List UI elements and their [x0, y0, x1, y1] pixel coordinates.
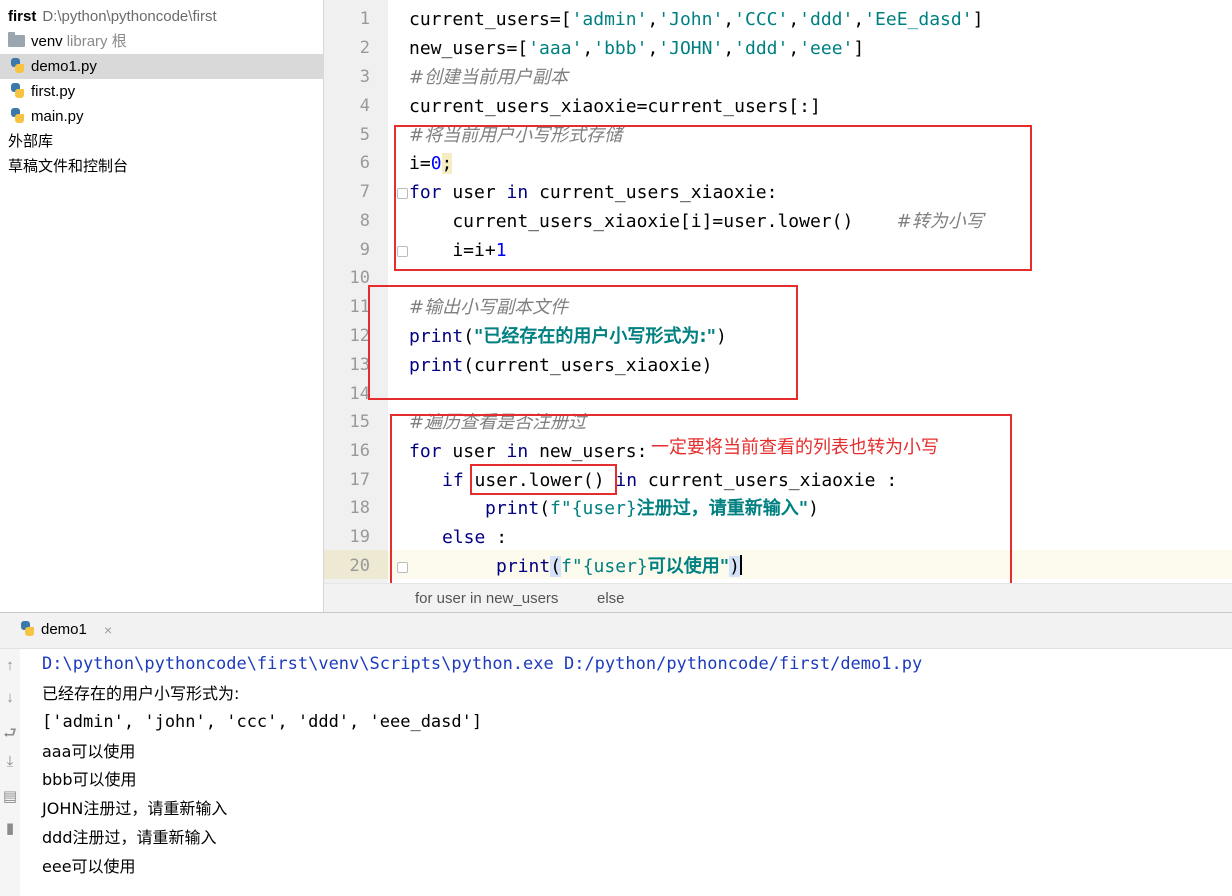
line-number: 20	[349, 556, 370, 576]
console-line: bbb可以使用	[42, 770, 137, 789]
breadcrumb-item-else[interactable]: else	[597, 590, 625, 607]
line-number: 1	[359, 9, 370, 29]
tree-item-label: first.py	[31, 83, 76, 100]
tree-item-label: 外部库	[8, 133, 54, 150]
line-number: 13	[349, 355, 370, 375]
annotation-box-print	[368, 285, 798, 400]
line-number: 4	[359, 96, 370, 116]
line-number: 12	[349, 326, 370, 346]
line-number: 5	[359, 125, 370, 145]
python-file-icon	[10, 58, 25, 74]
print-icon[interactable]: ▤	[0, 787, 20, 805]
annotation-note: 一定要将当前查看的列表也转为小写	[651, 437, 939, 458]
run-panel: demo1 × ↑ ↓ ⮐ ⤓ ▤ ▮ D:\python\pythoncode…	[0, 612, 1232, 896]
line-number: 9	[359, 240, 370, 260]
line-number: 11	[349, 297, 370, 317]
folder-icon	[8, 32, 25, 47]
code-editor[interactable]: 1 2 3 4 5 6 7 8 9 10 11 12 13 14 15 16 1…	[324, 0, 1232, 612]
line-number: 19	[349, 527, 370, 547]
run-tab-bar: demo1 ×	[0, 613, 1232, 649]
line-number: 7	[359, 182, 370, 202]
tree-item-scratches[interactable]: 草稿文件和控制台	[0, 154, 331, 179]
line-number: 8	[359, 211, 370, 231]
line-number: 6	[359, 153, 370, 173]
root-path: D:\python\pythoncode\first	[42, 8, 217, 25]
line-number: 16	[349, 441, 370, 461]
tree-item-main[interactable]: main.py	[0, 104, 333, 129]
tree-item-label: main.py	[31, 108, 84, 125]
trash-icon[interactable]: ▮	[0, 819, 20, 837]
tree-root[interactable]: first D:\python\pythoncode\first	[0, 4, 331, 29]
breadcrumb-item-for[interactable]: for user in new_users	[415, 590, 558, 607]
console-line: ddd注册过，请重新输入	[42, 828, 217, 847]
tree-item-suffix: library 根	[66, 33, 127, 50]
console-line: eee可以使用	[42, 857, 136, 876]
tree-item-label: venv	[31, 33, 63, 50]
scroll-to-end-icon[interactable]: ⤓	[0, 753, 20, 770]
console-line: aaa可以使用	[42, 742, 136, 761]
line-number: 15	[349, 412, 370, 432]
tree-item-first[interactable]: first.py	[0, 79, 333, 104]
line-number: 17	[349, 470, 370, 490]
code-line: current_users_xiaoxie=current_users[:]	[409, 96, 821, 117]
tree-item-venv[interactable]: venv library 根	[0, 29, 331, 54]
console-line: 已经存在的用户小写形式为:	[42, 684, 240, 703]
console-line: JOHN注册过，请重新输入	[42, 799, 228, 818]
arrow-down-icon[interactable]: ↓	[0, 689, 20, 706]
console-line: ['admin', 'john', 'ccc', 'ddd', 'eee_das…	[42, 712, 483, 732]
console-line: D:\python\pythoncode\first\venv\Scripts\…	[42, 654, 923, 674]
run-tab-demo1[interactable]: demo1	[20, 621, 87, 638]
project-tree: first D:\python\pythoncode\first venv libr…	[0, 0, 333, 612]
close-icon[interactable]: ×	[104, 622, 112, 638]
tree-item-label: demo1.py	[31, 58, 97, 75]
breadcrumb: for user in new_users else	[324, 583, 1232, 612]
tree-item-external-libraries[interactable]: 外部库	[0, 129, 331, 154]
code-line: #创建当前用户副本	[409, 67, 569, 88]
tree-item-demo1[interactable]: demo1.py	[0, 54, 333, 79]
python-run-icon	[20, 621, 35, 637]
run-toolbar: ↑ ↓ ⮐ ⤓ ▤ ▮	[0, 649, 20, 896]
arrow-up-icon[interactable]: ↑	[0, 657, 20, 674]
run-tab-label: demo1	[41, 621, 87, 638]
code-line: current_users=['admin','John','CCC','ddd…	[409, 9, 984, 30]
line-number: 18	[349, 498, 370, 518]
line-number: 14	[349, 384, 370, 404]
line-number: 3	[359, 67, 370, 87]
code-line: new_users=['aaa','bbb','JOHN','ddd','eee…	[409, 38, 865, 59]
annotation-box-lower-call	[470, 464, 617, 495]
root-name: first	[8, 8, 37, 25]
line-number: 2	[359, 38, 370, 58]
python-file-icon	[10, 108, 25, 124]
python-file-icon	[10, 83, 25, 99]
soft-wrap-icon[interactable]: ⮐	[0, 723, 20, 748]
tree-item-label: 草稿文件和控制台	[8, 158, 129, 175]
annotation-box-lowercase-loop	[394, 125, 1032, 271]
line-number: 10	[349, 268, 370, 288]
